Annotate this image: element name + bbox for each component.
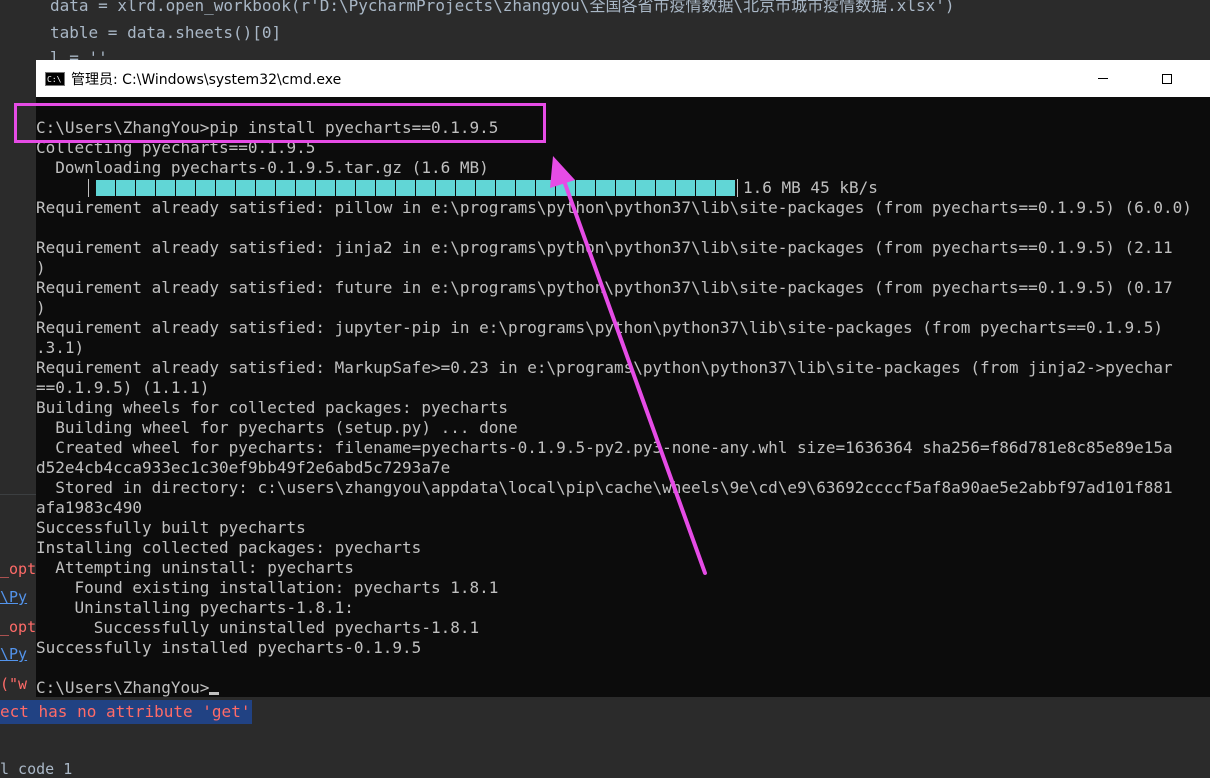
progress-segment: [356, 180, 375, 196]
progress-segment: [476, 180, 495, 196]
ide-divider: [0, 494, 36, 495]
ide-output-link[interactable]: \Py: [0, 644, 36, 664]
progress-segment: [396, 180, 415, 196]
progress-segment: [156, 180, 175, 196]
console-line: Uninstalling pyecharts-1.8.1:: [36, 598, 354, 617]
progress-segment: [236, 180, 255, 196]
console-line: Installing collected packages: pyecharts: [36, 538, 422, 557]
progress-segment: [616, 180, 635, 196]
progress-segment: [116, 180, 135, 196]
progress-segment: [676, 180, 695, 196]
minimize-button[interactable]: [1080, 60, 1126, 97]
ide-output-link[interactable]: \Py: [0, 587, 36, 607]
progress-segment: [536, 180, 555, 196]
text-cursor: [209, 692, 220, 695]
console-line: ==0.1.9.5) (1.1.1): [36, 378, 210, 397]
console-line: Requirement already satisfied: jinja2 in…: [36, 238, 1173, 257]
progress-segment: [256, 180, 275, 196]
ide-code-line: table = data.sheets()[0]: [50, 23, 282, 42]
cmd-app-icon: C:\: [45, 71, 65, 86]
progress-segment: [336, 180, 355, 196]
console-output[interactable]: C:\Users\ZhangYou>pip install pyecharts=…: [36, 118, 1210, 698]
progress-bar: [96, 180, 735, 196]
progress-segment: [496, 180, 515, 196]
console-line: Successfully built pyecharts: [36, 518, 306, 537]
console-line: Requirement already satisfied: future in…: [36, 278, 1173, 297]
progress-segment: [456, 180, 475, 196]
console-line: Requirement already satisfied: MarkupSaf…: [36, 358, 1173, 377]
cmd-titlebar[interactable]: C:\ 管理员: C:\Windows\system32\cmd.exe: [36, 60, 1210, 97]
window-title: 管理员: C:\Windows\system32\cmd.exe: [71, 71, 342, 88]
console-line: Successfully installed pyecharts-0.1.9.5: [36, 638, 422, 657]
progress-segment: [516, 180, 535, 196]
console-line: Requirement already satisfied: pillow in…: [36, 198, 1192, 217]
progress-segment: [436, 180, 455, 196]
console-line: Building wheel for pyecharts (setup.py) …: [36, 418, 518, 437]
console-line: Building wheels for collected packages: …: [36, 398, 509, 417]
progress-segment: [556, 180, 575, 196]
console-line: .3.1): [36, 338, 85, 357]
ide-output-fragment: ("w: [0, 675, 28, 693]
progress-edge: [88, 179, 96, 197]
console-line: ): [36, 258, 46, 277]
progress-segment: [296, 180, 315, 196]
cmd-window[interactable]: C:\ 管理员: C:\Windows\system32\cmd.exe C:\…: [36, 60, 1210, 697]
progress-segment: [416, 180, 435, 196]
progress-segment: [576, 180, 595, 196]
ide-error-line: ect has no attribute 'get': [0, 700, 252, 724]
progress-segment: [196, 180, 215, 196]
console-line: Successfully uninstalled pyecharts-1.8.1: [36, 618, 480, 637]
progress-segment: [136, 180, 155, 196]
progress-segment: [216, 180, 235, 196]
download-progress: 1.6 MB 45 kB/s: [36, 178, 1210, 198]
progress-segment: [316, 180, 335, 196]
progress-edge: [737, 179, 739, 197]
progress-text: 1.6 MB 45 kB/s: [743, 178, 878, 197]
console-line: Stored in directory: c:\users\zhangyou\a…: [36, 478, 1173, 497]
ide-output-fragment: _opt: [0, 560, 36, 578]
prompt-text: C:\Users\ZhangYou>: [36, 678, 210, 697]
console-line: Requirement already satisfied: jupyter-p…: [36, 318, 1164, 337]
console-line: Found existing installation: pyecharts 1…: [36, 578, 499, 597]
progress-segment: [96, 180, 115, 196]
console-line: Downloading pyecharts-0.1.9.5.tar.gz (1.…: [36, 158, 489, 177]
maximize-button[interactable]: [1144, 60, 1190, 97]
progress-segment: [656, 180, 675, 196]
progress-segment: [596, 180, 615, 196]
progress-segment: [636, 180, 655, 196]
progress-segment: [376, 180, 395, 196]
console-line: C:\Users\ZhangYou>pip install pyecharts=…: [36, 118, 499, 137]
console-line: afa1983c490: [36, 498, 142, 517]
minimize-icon: [1098, 78, 1108, 79]
ide-exit-code: l code 1: [0, 760, 73, 778]
ide-output-fragment: _opt: [0, 618, 36, 636]
console-line: Attempting uninstall: pyecharts: [36, 558, 354, 577]
progress-segment: [276, 180, 295, 196]
console-line: Collecting pyecharts==0.1.9.5: [36, 138, 316, 157]
console-prompt[interactable]: C:\Users\ZhangYou>: [36, 678, 1210, 698]
console-line: d52e4cb4cca933ec1c30ef9bb49f2e6abd5c7293…: [36, 458, 451, 477]
console-line: Created wheel for pyecharts: filename=py…: [36, 438, 1173, 457]
ide-code-line: data = xlrd.open_workbook(r'D:\PycharmPr…: [50, 0, 955, 15]
progress-segment: [716, 180, 735, 196]
maximize-icon: [1162, 73, 1172, 84]
progress-segment: [696, 180, 715, 196]
progress-segment: [176, 180, 195, 196]
console-line: ): [36, 298, 46, 317]
